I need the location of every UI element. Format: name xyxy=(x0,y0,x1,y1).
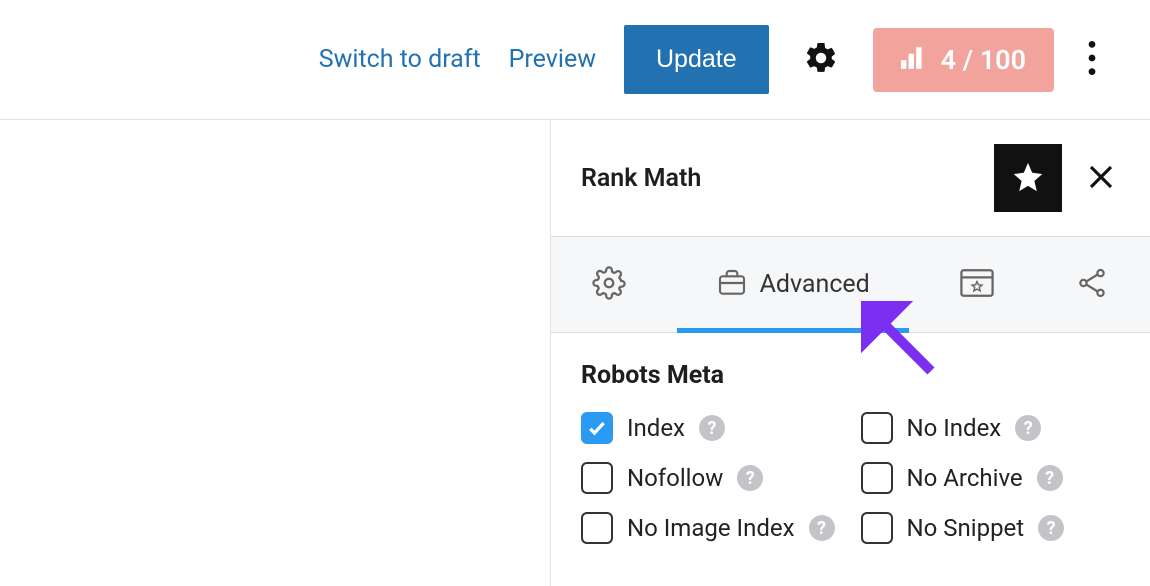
section-title: Robots Meta xyxy=(581,361,1120,390)
star-icon xyxy=(1011,160,1045,197)
checkbox-nofollow-label: Nofollow xyxy=(627,464,723,492)
robots-nofollow-row: Nofollow ? xyxy=(581,462,841,494)
help-icon[interactable]: ? xyxy=(737,465,763,491)
tab-general[interactable] xyxy=(551,237,667,332)
update-button[interactable]: Update xyxy=(624,25,769,94)
browser-star-icon xyxy=(960,268,994,302)
checkbox-index[interactable] xyxy=(581,412,613,444)
help-icon[interactable]: ? xyxy=(1038,515,1064,541)
switch-to-draft-link[interactable]: Switch to draft xyxy=(319,45,481,74)
rankmath-sidebar: Rank Math xyxy=(550,120,1150,586)
tab-social[interactable] xyxy=(1034,237,1150,332)
checkbox-nofollow[interactable] xyxy=(581,462,613,494)
editor-canvas xyxy=(0,120,550,586)
checkbox-noimageindex[interactable] xyxy=(581,512,613,544)
help-icon[interactable]: ? xyxy=(699,415,725,441)
checkbox-nosnippet[interactable] xyxy=(861,512,893,544)
star-button[interactable] xyxy=(994,144,1062,212)
checkbox-noarchive-label: No Archive xyxy=(907,464,1023,492)
preview-link[interactable]: Preview xyxy=(509,45,596,74)
checkbox-noarchive[interactable] xyxy=(861,462,893,494)
tab-schema[interactable] xyxy=(919,237,1035,332)
editor-body: Rank Math xyxy=(0,120,1150,586)
robots-index-row: Index ? xyxy=(581,412,841,444)
score-chart-icon xyxy=(901,44,927,76)
score-value: 4 / 100 xyxy=(941,44,1026,76)
help-icon[interactable]: ? xyxy=(1015,415,1041,441)
checkbox-nosnippet-label: No Snippet xyxy=(907,514,1025,542)
checkbox-noindex-label: No Index xyxy=(907,414,1002,442)
tab-advanced[interactable]: Advanced xyxy=(667,237,919,332)
more-menu-button[interactable] xyxy=(1082,35,1102,84)
help-icon[interactable]: ? xyxy=(1037,465,1063,491)
gear-icon xyxy=(803,40,839,79)
tab-advanced-label: Advanced xyxy=(760,270,870,299)
panel-header: Rank Math xyxy=(551,120,1150,237)
close-icon xyxy=(1086,180,1116,195)
panel-title: Rank Math xyxy=(581,164,701,193)
editor-toolbar: Switch to draft Preview Update 4 / 100 xyxy=(0,0,1150,120)
checkbox-noimageindex-label: No Image Index xyxy=(627,514,795,542)
robots-meta-section: Robots Meta Index ? No Index ? xyxy=(551,333,1150,554)
dots-vertical-icon xyxy=(1088,41,1096,78)
robots-noarchive-row: No Archive ? xyxy=(861,462,1121,494)
checkbox-index-label: Index xyxy=(627,414,685,442)
robots-noimageindex-row: No Image Index ? xyxy=(581,512,841,544)
briefcase-icon xyxy=(716,267,748,303)
checkbox-noindex[interactable] xyxy=(861,412,893,444)
close-panel-button[interactable] xyxy=(1082,158,1120,199)
panel-tabs: Advanced xyxy=(551,237,1150,333)
settings-cog-icon xyxy=(592,266,626,304)
share-nodes-icon xyxy=(1075,266,1109,304)
robots-nosnippet-row: No Snippet ? xyxy=(861,512,1121,544)
robots-noindex-row: No Index ? xyxy=(861,412,1121,444)
settings-button[interactable] xyxy=(797,34,845,85)
help-icon[interactable]: ? xyxy=(809,515,835,541)
seo-score-badge[interactable]: 4 / 100 xyxy=(873,28,1054,92)
